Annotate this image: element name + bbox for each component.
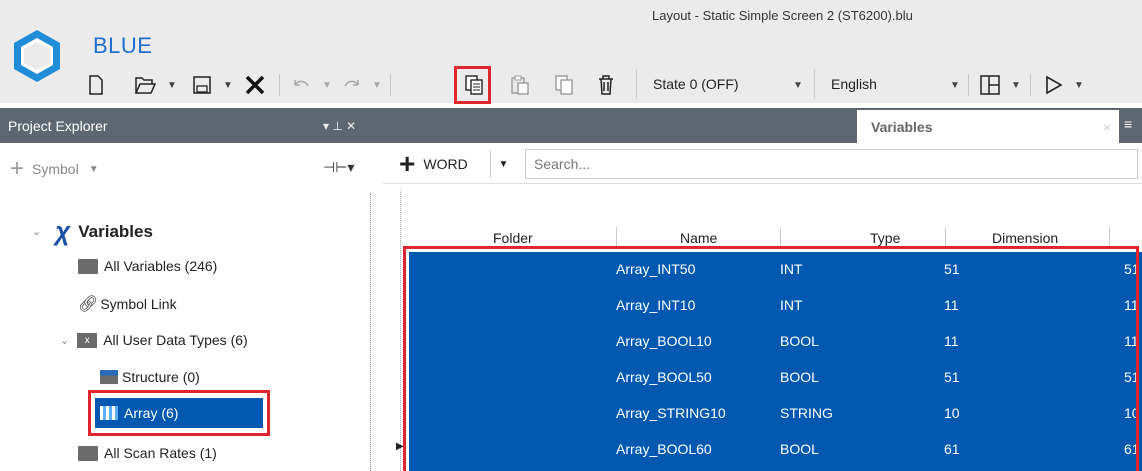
pin-dropdown-button[interactable]: ⊣⊢▾: [323, 159, 354, 176]
trash-icon: [599, 75, 613, 95]
variables-toolbar: + WORD ▼: [383, 143, 1142, 183]
open-button[interactable]: [130, 68, 160, 102]
close-tab-icon[interactable]: ×: [1103, 119, 1111, 135]
open-folder-icon: [134, 77, 156, 94]
delete-button[interactable]: [593, 68, 619, 102]
type-filter-dropdown[interactable]: ▼: [490, 150, 516, 178]
column-divider[interactable]: [616, 227, 617, 247]
column-divider[interactable]: [780, 227, 781, 247]
top-toolbar-area: BLUE Layout - Static Simple Screen 2 (ST…: [0, 0, 1142, 104]
search-input[interactable]: [525, 149, 1138, 179]
layout-dropdown-caret[interactable]: ▼: [1011, 80, 1021, 91]
add-variable-button[interactable]: + WORD: [399, 148, 468, 180]
app-logo-icon: [14, 30, 60, 82]
column-divider[interactable]: [1109, 227, 1110, 247]
toolbar-separator: [279, 74, 280, 96]
undo-dropdown-caret[interactable]: ▼: [322, 80, 332, 91]
chevron-down-icon: ▼: [498, 158, 509, 170]
folder-icon: [78, 258, 98, 274]
duplicate-button[interactable]: [551, 68, 577, 102]
layout-button[interactable]: [976, 68, 1004, 102]
redo-dropdown-caret[interactable]: ▼: [372, 80, 382, 91]
chevron-down-icon[interactable]: ⌄: [32, 225, 41, 238]
tree-item-label: Symbol Link: [100, 296, 177, 312]
column-header-dimension[interactable]: Dimension: [992, 230, 1058, 246]
paste-button[interactable]: [507, 68, 533, 102]
copy-highlight-box: [454, 66, 491, 104]
save-button[interactable]: [187, 68, 217, 102]
project-explorer-title: Project Explorer: [8, 117, 108, 134]
tree-item-label: All Variables (246): [104, 258, 218, 274]
panel-splitter[interactable]: [370, 193, 383, 471]
state-dropdown-caret[interactable]: ▼: [793, 80, 803, 91]
open-dropdown-caret[interactable]: ▼: [167, 80, 177, 91]
link-icon: 🔗︎: [78, 296, 99, 313]
close-button[interactable]: [240, 68, 270, 102]
add-symbol-label: Symbol: [32, 161, 79, 177]
paste-icon: [511, 75, 529, 95]
type-filter-label: WORD: [423, 156, 468, 172]
toolbar-separator: [1030, 74, 1031, 96]
structure-icon: [100, 370, 118, 384]
new-file-icon: [89, 75, 103, 95]
duplicate-icon: [555, 75, 573, 95]
project-tree: ⌄ χ Variables All Variables (246) 🔗︎ Sym…: [0, 193, 383, 471]
tree-root-variables[interactable]: ⌄ χ Variables: [32, 216, 153, 247]
plus-icon: +: [399, 148, 416, 179]
array-highlight-box: [88, 390, 270, 436]
row-header-column: [389, 190, 401, 471]
tree-item-structure[interactable]: Structure (0): [100, 369, 200, 385]
column-header-folder[interactable]: Folder: [493, 230, 533, 246]
project-explorer-header: Project Explorer ▾ ⊥ ✕: [0, 108, 383, 143]
tab-variables[interactable]: Variables ×: [857, 110, 1119, 143]
tree-item-label: All Scan Rates (1): [104, 445, 217, 461]
new-file-button[interactable]: [82, 68, 110, 102]
column-header-type[interactable]: Type: [870, 230, 900, 246]
tree-item-all-variables[interactable]: All Variables (246): [78, 258, 217, 274]
folder-icon: [78, 445, 98, 461]
save-dropdown-caret[interactable]: ▼: [223, 80, 233, 91]
state-dropdown[interactable]: State 0 (OFF): [636, 69, 776, 99]
tab-label: Variables: [871, 118, 933, 135]
save-icon: [193, 76, 211, 94]
play-icon: [1046, 75, 1063, 95]
tree-root-label: Variables: [78, 221, 153, 241]
undo-icon: [294, 80, 309, 87]
tree-item-label: Structure (0): [122, 369, 200, 385]
redo-button[interactable]: [337, 68, 367, 102]
panel-pin-close-icon[interactable]: ▾ ⊥ ✕: [323, 119, 356, 133]
tree-item-scan-rates[interactable]: All Scan Rates (1): [78, 445, 217, 461]
divider: [383, 183, 1142, 184]
chevron-down-icon[interactable]: ⌄: [60, 334, 69, 347]
column-header-name[interactable]: Name: [680, 230, 717, 246]
layout-icon: [980, 75, 1000, 95]
toolbar-separator: [390, 74, 391, 96]
chevron-down-icon: ▼: [88, 163, 99, 175]
undo-button[interactable]: [286, 68, 316, 102]
rows-highlight-box: [403, 246, 1139, 471]
plus-icon: +: [10, 155, 25, 182]
add-symbol-button[interactable]: + Symbol ▼: [10, 155, 99, 183]
tab-menu-icon[interactable]: ≡: [1124, 116, 1132, 132]
run-button[interactable]: [1040, 68, 1068, 102]
udt-icon: x: [77, 332, 98, 348]
redo-icon: [344, 80, 359, 87]
language-dropdown-caret[interactable]: ▼: [950, 80, 960, 91]
tree-item-label: All User Data Types (6): [103, 332, 248, 348]
run-dropdown-caret[interactable]: ▼: [1074, 80, 1084, 91]
window-title: Layout - Static Simple Screen 2 (ST6200)…: [652, 8, 913, 23]
tree-item-symbol-link[interactable]: 🔗︎ Symbol Link: [78, 294, 177, 314]
tree-item-user-data-types[interactable]: ⌄ x All User Data Types (6): [60, 332, 248, 348]
column-divider[interactable]: [945, 227, 946, 247]
language-dropdown[interactable]: English: [814, 69, 944, 99]
close-icon: [245, 75, 265, 95]
pin-icon: ⊣⊢▾: [323, 159, 355, 175]
state-value: State 0 (OFF): [653, 76, 739, 92]
project-explorer-toolbar: + Symbol ▼ ⊣⊢▾: [0, 143, 383, 193]
toolbar-separator: [968, 74, 969, 96]
variables-icon: χ: [55, 216, 71, 246]
language-value: English: [831, 76, 877, 92]
app-name: BLUE: [93, 33, 153, 58]
